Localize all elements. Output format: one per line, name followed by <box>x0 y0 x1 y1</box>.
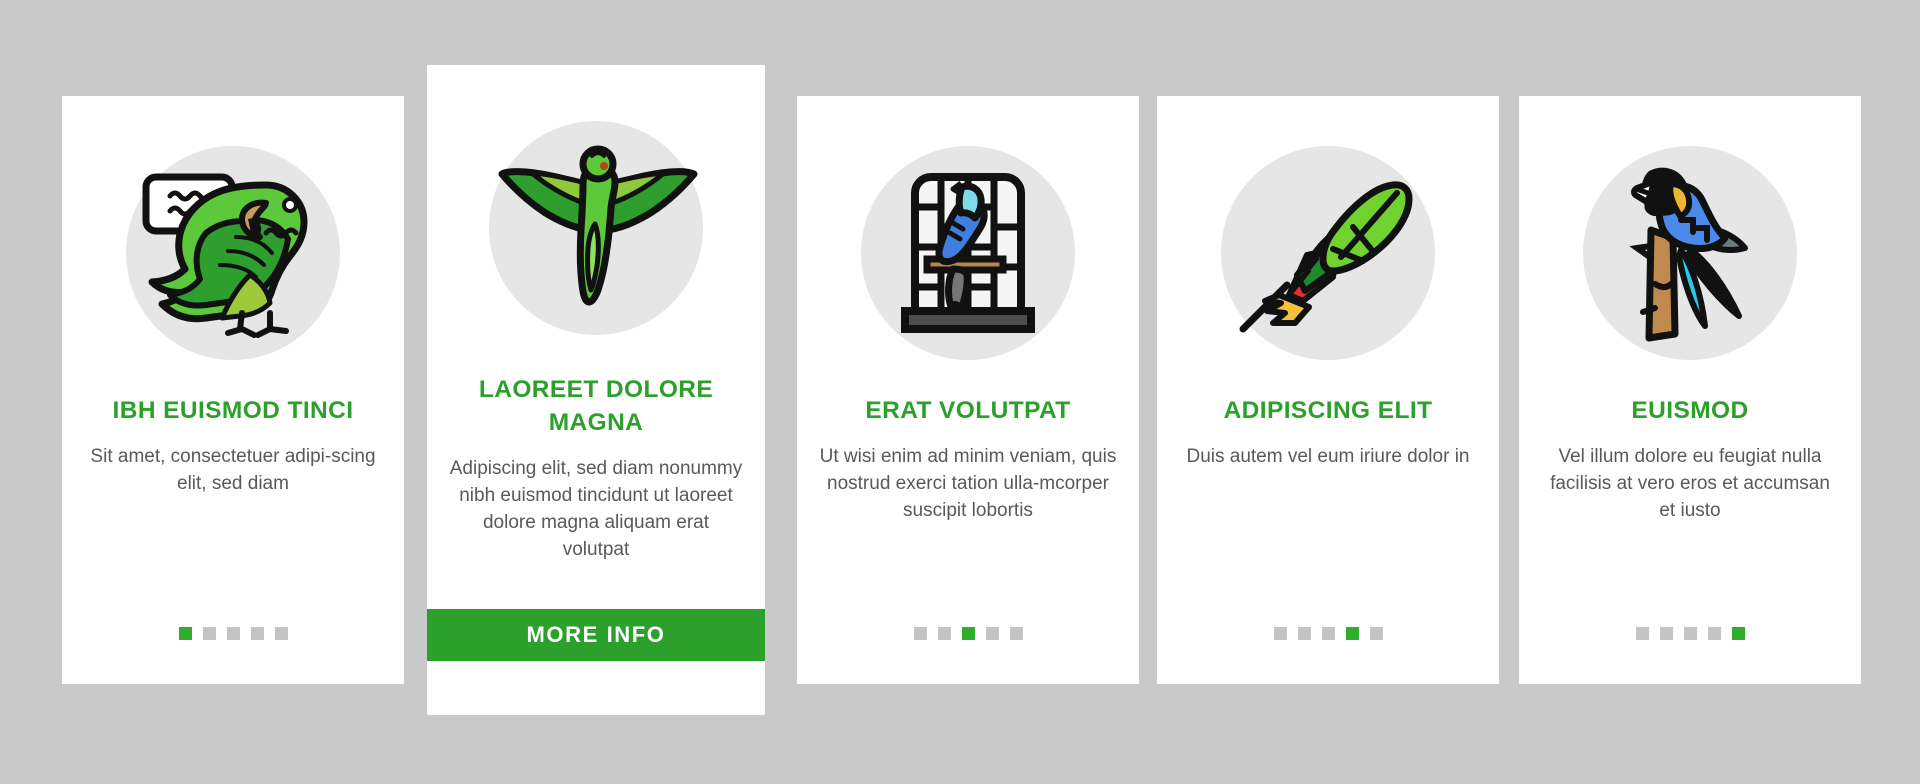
talking-parrot-icon <box>142 173 308 338</box>
pagination-dot[interactable] <box>1369 627 1383 640</box>
text-block-3: ERAT VOLUTPAT Ut wisi enim ad minim veni… <box>797 394 1139 525</box>
onboarding-card-4[interactable]: ADIPISCING ELIT Duis autem vel eum iriur… <box>1157 96 1499 684</box>
pagination-dot[interactable] <box>1731 627 1745 640</box>
icon-circle-background-4 <box>1221 146 1435 360</box>
more-info-button[interactable]: MORE INFO <box>427 609 765 661</box>
card-description-4: Duis autem vel eum iriure dolor in <box>1186 446 1470 468</box>
card-description-3: Ut wisi enim ad minim veniam, quis nostr… <box>819 446 1117 521</box>
onboarding-card-5[interactable]: EUISMOD Vel illum dolore eu feugiat null… <box>1519 96 1861 684</box>
pagination-dot[interactable] <box>1707 627 1721 640</box>
pagination-dots-1[interactable] <box>178 627 288 640</box>
onboarding-card-3[interactable]: ERAT VOLUTPAT Ut wisi enim ad minim veni… <box>797 96 1139 684</box>
pagination-dot[interactable] <box>250 627 264 640</box>
macaw-on-perch-icon <box>1629 167 1748 342</box>
parrot-feather-icon <box>1239 181 1413 333</box>
pagination-dot[interactable] <box>1273 627 1287 640</box>
illustration-area-3 <box>797 96 1139 360</box>
flying-parrot-icon <box>498 145 698 306</box>
pagination-dot[interactable] <box>202 627 216 640</box>
pagination-dot[interactable] <box>1297 627 1311 640</box>
pagination-dots-5[interactable] <box>1635 627 1745 640</box>
text-block-5: EUISMOD Vel illum dolore eu feugiat null… <box>1519 394 1861 525</box>
pagination-dot[interactable] <box>274 627 288 640</box>
pagination-dot[interactable] <box>1635 627 1649 640</box>
card-description-2: Adipiscing elit, sed diam nonummy nibh e… <box>449 458 743 561</box>
onboarding-card-1[interactable]: IBH EUISMOD TINCI Sit amet, consectetuer… <box>62 96 404 684</box>
icon-circle-background-2 <box>489 121 703 335</box>
icon-circle-background-1 <box>126 146 340 360</box>
onboarding-screens-board: IBH EUISMOD TINCI Sit amet, consectetuer… <box>0 0 1920 784</box>
text-block-2: LAOREET DOLORE MAGNA Adipiscing elit, se… <box>427 373 765 564</box>
pagination-dots-3[interactable] <box>913 627 1023 640</box>
pagination-dot[interactable] <box>1321 627 1335 640</box>
card-title-1: IBH EUISMOD TINCI <box>112 397 354 424</box>
pagination-dot[interactable] <box>1659 627 1673 640</box>
pagination-dot[interactable] <box>226 627 240 640</box>
pagination-dot[interactable] <box>1683 627 1697 640</box>
illustration-area-5 <box>1519 96 1861 360</box>
pagination-dots-4[interactable] <box>1273 627 1383 640</box>
card-description-1: Sit amet, consectetuer adipi-scing elit,… <box>90 446 376 495</box>
illustration-area-4 <box>1157 96 1499 360</box>
onboarding-card-2-featured[interactable]: LAOREET DOLORE MAGNA Adipiscing elit, se… <box>427 65 765 715</box>
pagination-dot[interactable] <box>913 627 927 640</box>
illustration-area-1 <box>62 96 404 360</box>
pagination-dot[interactable] <box>178 627 192 640</box>
icon-circle-background-3 <box>861 146 1075 360</box>
pagination-dot[interactable] <box>1009 627 1023 640</box>
card-title-2: LAOREET DOLORE MAGNA <box>478 376 714 437</box>
text-block-1: IBH EUISMOD TINCI Sit amet, consectetuer… <box>62 394 404 498</box>
card-title-3: ERAT VOLUTPAT <box>865 397 1071 424</box>
pagination-dot[interactable] <box>1345 627 1359 640</box>
pagination-dot[interactable] <box>985 627 999 640</box>
card-description-5: Vel illum dolore eu feugiat nulla facili… <box>1550 446 1830 521</box>
caged-bird-icon <box>901 172 1035 333</box>
pagination-dot[interactable] <box>937 627 951 640</box>
illustration-area-2 <box>427 65 765 335</box>
icon-circle-background-5 <box>1583 146 1797 360</box>
text-block-4: ADIPISCING ELIT Duis autem vel eum iriur… <box>1157 394 1499 471</box>
card-title-5: EUISMOD <box>1631 397 1749 424</box>
pagination-dot[interactable] <box>961 627 975 640</box>
card-title-4: ADIPISCING ELIT <box>1223 397 1433 424</box>
